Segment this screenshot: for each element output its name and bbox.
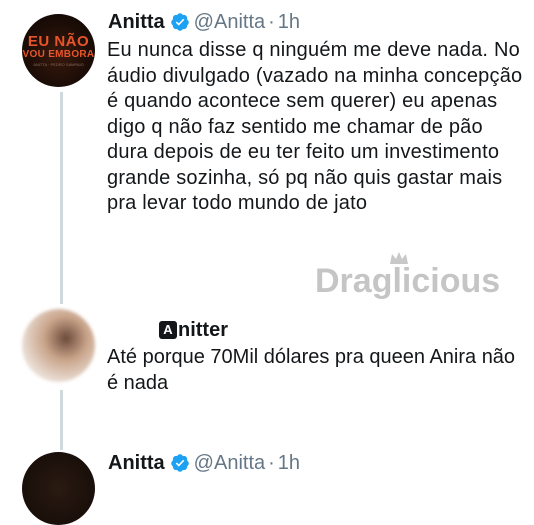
thread-line-top (60, 92, 63, 304)
verified-badge-icon (170, 13, 189, 31)
verified-badge-icon (170, 454, 189, 472)
tweet-text: Eu nunca disse q ninguém me deve nada. N… (107, 39, 523, 214)
avatar-reply-user[interactable] (22, 309, 95, 382)
avatar-anitta[interactable]: EU NÃO VOU EMBORA ANITTA · PEDRO SAMPAIO (22, 14, 95, 87)
watermark: Draglicious (315, 262, 501, 300)
tweet-timestamp[interactable]: 1h (278, 9, 300, 35)
next-author-handle[interactable]: @Anitta (194, 450, 265, 476)
separator-dot: · (268, 452, 275, 474)
reply-author-name: nitter (178, 319, 228, 341)
reply-header[interactable]: A nitter (159, 318, 228, 342)
a-letter-icon: A (159, 321, 177, 339)
avatar-text-line-2: VOU EMBORA (22, 48, 95, 60)
author-name[interactable]: Anitta (108, 9, 165, 35)
avatar-text-line-1: EU NÃO (27, 32, 90, 50)
author-handle[interactable]: @Anitta (194, 9, 265, 35)
thread-line-bottom (60, 390, 63, 450)
avatar-text-line-3: ANITTA · PEDRO SAMPAIO (33, 61, 84, 67)
separator-dot: · (268, 11, 275, 33)
next-author-name[interactable]: Anitta (108, 450, 165, 476)
next-tweet-timestamp[interactable]: 1h (278, 450, 300, 476)
next-tweet-header: Anitta @Anitta · 1h (108, 450, 300, 476)
tweet-header: Anitta @Anitta · 1h (108, 9, 300, 35)
avatar-next-tweet[interactable] (22, 452, 95, 525)
reply-text: Até porque 70Mil dólares pra queen Anira… (107, 346, 516, 394)
